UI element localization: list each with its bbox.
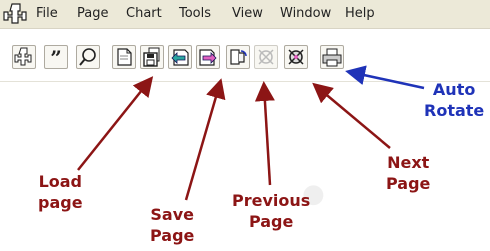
next-page-button[interactable] (196, 45, 220, 69)
quote-icon: ” (50, 46, 62, 68)
save-page-callout-line1: Save (150, 205, 194, 224)
magnifier-icon (79, 48, 96, 66)
menu-file[interactable]: File (36, 6, 58, 21)
previous-page-button[interactable] (168, 45, 192, 69)
save-page-arrow (184, 78, 226, 201)
new-page-icon (117, 48, 132, 66)
auto-rotate-button[interactable] (226, 45, 250, 69)
load-page-callout: Load page (38, 171, 83, 213)
save-page-callout-line2: Page (150, 226, 195, 245)
app-key-button[interactable] (12, 45, 36, 69)
menu-help[interactable]: Help (345, 6, 375, 21)
printer-icon (322, 48, 342, 67)
save-page-icon (143, 47, 160, 67)
next-page-callout: Next Page (386, 152, 430, 194)
app-key-icon (14, 47, 32, 66)
next-page-callout-line1: Next (387, 153, 430, 172)
next-page-callout-line2: Page (386, 174, 431, 193)
menu-bar: File Page Chart Tools View Window Help (0, 0, 490, 29)
print-button[interactable] (320, 45, 344, 69)
save-page-button[interactable] (140, 45, 164, 69)
menu-page[interactable]: Page (77, 6, 108, 21)
auto-rotate-icon (230, 49, 247, 65)
load-page-button[interactable] (112, 45, 136, 69)
auto-rotate-callout: Auto Rotate (424, 79, 484, 121)
wheel-button[interactable] (284, 45, 308, 69)
save-page-callout: Save Page (150, 204, 194, 246)
next-page-arrow (312, 82, 391, 149)
auto-rotate-callout-line2: Rotate (424, 101, 485, 120)
menu-tools[interactable]: Tools (179, 6, 211, 21)
menu-view[interactable]: View (232, 6, 263, 21)
disabled-wheel-button[interactable] (254, 45, 278, 69)
menu-chart[interactable]: Chart (126, 6, 162, 21)
previous-page-icon (171, 49, 189, 66)
previous-page-callout: Previous Page (232, 190, 310, 232)
menu-window[interactable]: Window (280, 6, 331, 21)
previous-page-callout-line1: Previous (232, 191, 311, 210)
load-page-callout-line2: page (38, 193, 83, 212)
app-key-icon[interactable] (3, 1, 29, 27)
quote-button[interactable]: ” (44, 45, 68, 69)
wheel-icon (288, 49, 304, 65)
load-page-arrow (77, 76, 154, 171)
previous-page-callout-line2: Page (248, 212, 294, 231)
disabled-wheel-icon (258, 49, 274, 65)
next-page-icon (199, 49, 217, 66)
svg-text:”: ” (50, 46, 62, 68)
auto-rotate-callout-line1: Auto (432, 80, 476, 99)
previous-page-arrow (254, 81, 275, 186)
load-page-callout-line1: Load (38, 172, 82, 191)
magnifier-button[interactable] (76, 45, 100, 69)
